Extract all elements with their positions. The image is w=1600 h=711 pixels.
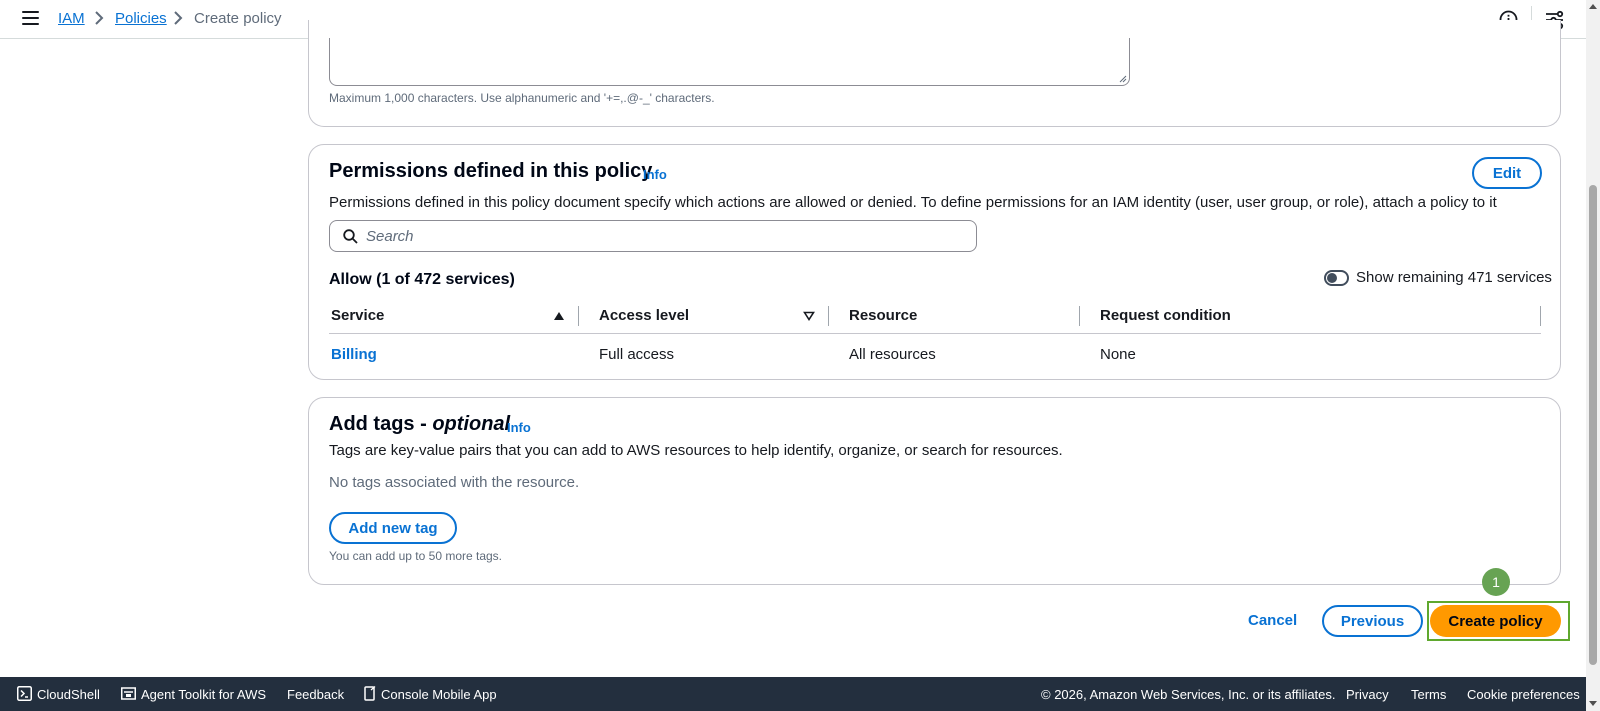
column-divider[interactable]	[828, 306, 829, 326]
toolkit-icon	[121, 687, 136, 700]
column-header-service[interactable]: Service	[331, 307, 384, 324]
tags-empty-state: No tags associated with the resource.	[329, 474, 580, 491]
table-header-divider	[329, 333, 1541, 334]
add-new-tag-button[interactable]: Add new tag	[329, 512, 457, 544]
footer-cloudshell[interactable]: CloudShell	[37, 687, 100, 702]
chevron-right-icon	[95, 11, 104, 25]
permissions-title: Permissions defined in this policy	[329, 160, 653, 182]
edit-button[interactable]: Edit	[1472, 157, 1542, 189]
sort-descending-icon[interactable]	[803, 311, 815, 321]
scroll-thumb[interactable]	[1589, 185, 1597, 665]
chevron-right-icon	[174, 11, 183, 25]
cancel-button[interactable]: Cancel	[1248, 612, 1297, 629]
description-hint: Maximum 1,000 characters. Use alphanumer…	[329, 91, 715, 105]
tags-description: Tags are key-value pairs that you can ad…	[329, 442, 1063, 459]
scroll-down-icon[interactable]	[1589, 701, 1597, 706]
tags-title-optional: optional	[432, 413, 511, 435]
previous-button[interactable]: Previous	[1322, 605, 1423, 637]
column-divider[interactable]	[1540, 306, 1541, 326]
service-link-billing[interactable]: Billing	[331, 346, 377, 363]
tags-info-link[interactable]: Info	[507, 420, 531, 435]
resize-handle-icon[interactable]	[1119, 75, 1127, 83]
toggle-knob	[1327, 273, 1337, 283]
footer: CloudShell Agent Toolkit for AWS Feedbac…	[0, 677, 1586, 711]
column-divider[interactable]	[578, 306, 579, 326]
access-level-cell: Full access	[599, 346, 675, 363]
create-policy-button[interactable]: Create policy	[1430, 605, 1561, 637]
search-placeholder: Search	[366, 228, 414, 245]
breadcrumb-current: Create policy	[194, 10, 282, 27]
footer-privacy[interactable]: Privacy	[1346, 687, 1389, 702]
resource-cell: All resources	[849, 346, 936, 363]
column-header-request-condition[interactable]: Request condition	[1100, 307, 1231, 324]
tags-title-text: Add tags -	[329, 413, 433, 435]
permissions-description: Permissions defined in this policy docum…	[329, 194, 1497, 211]
search-icon	[343, 229, 358, 244]
footer-feedback[interactable]: Feedback	[287, 687, 344, 702]
menu-icon[interactable]	[22, 11, 39, 25]
show-remaining-toggle[interactable]	[1324, 270, 1349, 286]
scroll-up-icon[interactable]	[1589, 4, 1597, 9]
permissions-info-link[interactable]: Info	[643, 167, 667, 182]
step-badge: 1	[1482, 568, 1510, 596]
cloudshell-icon	[17, 686, 32, 701]
allow-heading: Allow (1 of 472 services)	[329, 271, 515, 288]
footer-copyright: © 2026, Amazon Web Services, Inc. or its…	[1041, 687, 1336, 702]
column-divider[interactable]	[1079, 306, 1080, 326]
breadcrumb-policies[interactable]: Policies	[115, 10, 167, 27]
column-header-access-level[interactable]: Access level	[599, 307, 689, 324]
tags-title: Add tags - optional	[329, 413, 510, 436]
request-condition-cell: None	[1100, 346, 1136, 363]
footer-cookie-preferences[interactable]: Cookie preferences	[1467, 687, 1580, 702]
breadcrumb-iam[interactable]: IAM	[58, 10, 85, 27]
footer-agent-toolkit[interactable]: Agent Toolkit for AWS	[141, 687, 266, 702]
column-header-resource[interactable]: Resource	[849, 307, 917, 324]
mobile-app-icon	[364, 686, 376, 701]
description-textarea[interactable]	[329, 38, 1130, 86]
permissions-search-input[interactable]: Search	[329, 220, 977, 252]
tags-limit-hint: You can add up to 50 more tags.	[329, 549, 503, 563]
sort-ascending-icon[interactable]	[553, 311, 565, 321]
toggle-label: Show remaining 471 services	[1356, 269, 1552, 286]
footer-terms[interactable]: Terms	[1411, 687, 1446, 702]
scrollbar[interactable]	[1586, 0, 1600, 711]
footer-console-mobile-app[interactable]: Console Mobile App	[381, 687, 497, 702]
